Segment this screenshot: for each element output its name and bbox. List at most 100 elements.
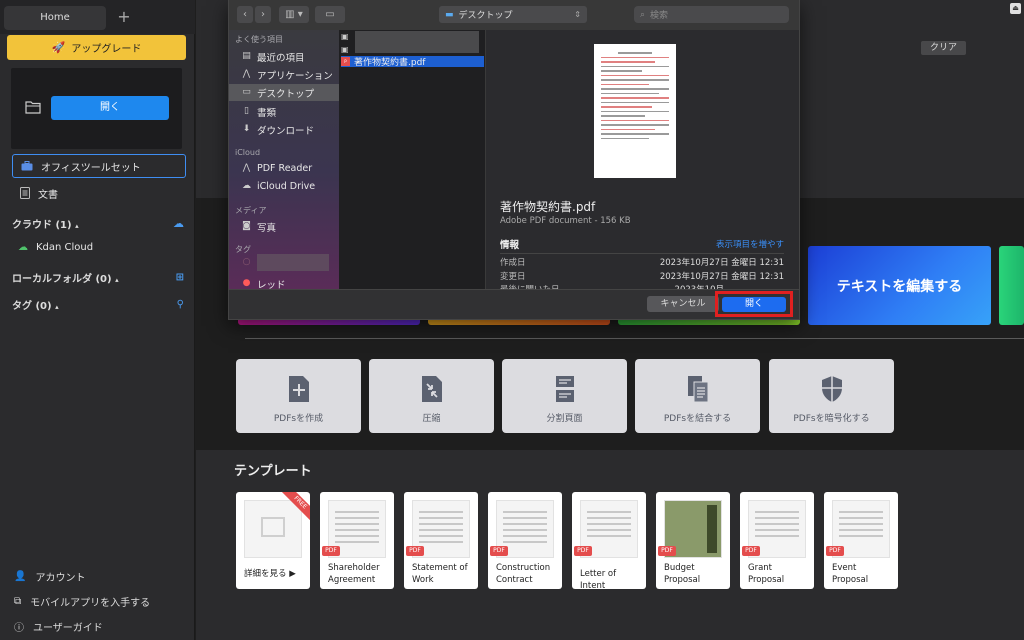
tool-merge-pdfs[interactable]: PDFsを結合する [635, 359, 760, 433]
tag-blank-field [257, 254, 329, 271]
new-tab-button[interactable]: + [116, 6, 132, 30]
sidebar-item-tag-blank[interactable]: ○ [229, 254, 339, 271]
sidebar-item-label: 写真 [257, 222, 277, 234]
sidebar-item-label: PDF Reader [257, 163, 313, 174]
help-icon: ⓘ [14, 622, 24, 634]
folder-icon: ▬ [445, 9, 454, 20]
sidebar-item-account[interactable]: 👤 アカウント [14, 567, 85, 585]
show-more-link[interactable]: 表示項目を増やす [716, 238, 784, 250]
section-title: ローカルフォルダ (0) [12, 273, 112, 285]
upgrade-button[interactable]: 🚀 アップグレード [7, 35, 186, 60]
clear-button[interactable]: クリア [921, 41, 966, 55]
section-local-folder[interactable]: ローカルフォルダ (0) ▴ ⊞ [12, 268, 184, 286]
add-folder-icon[interactable]: ⊞ [176, 272, 184, 283]
tag-circle-icon: ○ [242, 257, 251, 267]
toolbox-icon [21, 161, 33, 171]
list-item-selected[interactable]: P 著作物契約書.pdf [341, 56, 484, 68]
sidebar-item-user-guide[interactable]: ⓘ ユーザーガイド [14, 617, 103, 635]
sidebar-item-downloads[interactable]: ⬇ ダウンロード [229, 121, 339, 138]
pdf-tag: PDF [742, 546, 760, 556]
recents-icon: ▤ [242, 51, 251, 61]
tool-label: 圧縮 [422, 414, 441, 424]
cancel-button[interactable]: キャンセル [647, 296, 719, 312]
user-icon: 👤 [14, 570, 27, 582]
pdf-tag: PDF [658, 546, 676, 556]
sidebar-item-documents[interactable]: 文書 [12, 182, 186, 204]
banner-edit-text[interactable]: テキストを編集する [808, 246, 991, 325]
open-button[interactable]: 開く [722, 297, 786, 312]
template-card[interactable]: PDF Grant Proposal [740, 492, 814, 589]
list-item[interactable]: ▣ [341, 44, 484, 55]
banner-5[interactable] [999, 246, 1024, 325]
image-file-icon: ▣ [341, 32, 349, 41]
info-key: 作成日 [500, 258, 526, 268]
sidebar-item-mobile-app[interactable]: ⧉ モバイルアプリを入手する [14, 592, 150, 610]
template-card[interactable]: PDF Budget Proposal [656, 492, 730, 589]
new-folder-button[interactable]: ▭ [315, 6, 345, 23]
tool-label: 分割頁面 [546, 414, 583, 424]
location-label: デスクトップ [458, 11, 513, 21]
merge-pdfs-icon [687, 376, 708, 403]
sidebar-item-applications[interactable]: ⋀ アプリケーション [229, 66, 339, 83]
pdf-preview-thumbnail [594, 44, 676, 178]
pdf-tag: PDF [490, 546, 508, 556]
section-cloud[interactable]: クラウド (1) ▴ ☁ [12, 214, 184, 232]
open-button[interactable]: 開く [51, 96, 169, 120]
info-row-created: 作成日 2023年10月27日 金曜日 12:31 [500, 256, 784, 268]
caret-up-icon: ▴ [75, 221, 79, 230]
template-card[interactable]: PDF Statement of Work [404, 492, 478, 589]
tool-create-pdf[interactable]: PDFsを作成 [236, 359, 361, 433]
upgrade-label: アップグレード [71, 44, 142, 55]
sidebar-item-kdan-cloud[interactable]: ☁ Kdan Cloud [18, 238, 93, 256]
view-mode-button[interactable]: ▥ ▾ [279, 6, 309, 23]
sidebar-item-desktop[interactable]: ▭ デスクトップ [229, 84, 339, 101]
tool-compress[interactable]: 圧縮 [369, 359, 494, 433]
back-button[interactable]: ‹ [237, 6, 253, 23]
add-tag-icon[interactable]: ⚲ [177, 299, 184, 310]
cloud-add-icon[interactable]: ☁ [173, 217, 184, 230]
template-card-more[interactable]: FREE 詳細を見る ▶ [236, 492, 310, 589]
sidebar-item-documents[interactable]: ▯ 書類 [229, 103, 339, 120]
pdf-tag: PDF [574, 546, 592, 556]
location-select[interactable]: ▬ デスクトップ ⇕ [439, 6, 587, 23]
sidebar-item-pdf-reader[interactable]: ⋀ PDF Reader [229, 160, 339, 177]
forward-button[interactable]: › [255, 6, 271, 23]
template-card[interactable]: PDF Event Proposal [824, 492, 898, 589]
pdf-tag: PDF [826, 546, 844, 556]
open-button-highlight: 開く [715, 291, 793, 317]
template-name: Letter of Intent [580, 569, 617, 589]
tab-home[interactable]: Home [4, 6, 106, 30]
sidebar-item-label: ユーザーガイド [33, 622, 103, 634]
create-pdf-icon [288, 376, 309, 402]
desktop-icon: ▭ [242, 87, 251, 97]
search-input[interactable]: ⌕ 検索 [634, 6, 789, 23]
tool-split-pages[interactable]: 分割頁面 [502, 359, 627, 433]
sidebar-item-photos[interactable]: ◙ 写真 [229, 218, 339, 235]
info-value: 2023年10月27日 金曜日 12:31 [659, 258, 784, 268]
section-tags[interactable]: タグ (0) ▴ ⚲ [12, 295, 184, 313]
template-card[interactable]: PDF Construction Contract [488, 492, 562, 589]
divider [500, 253, 784, 254]
banner-label: テキストを編集する [836, 278, 963, 295]
document-icon: ▯ [244, 106, 249, 116]
pdf-file-icon: P [341, 57, 350, 66]
applications-icon: ⋀ [242, 69, 251, 79]
sidebar-item-recents[interactable]: ▤ 最近の項目 [229, 48, 339, 65]
info-header: 情報 [500, 240, 520, 251]
tool-encrypt-pdfs[interactable]: PDFsを暗号化する [769, 359, 894, 433]
favorites-header: よく使う項目 [235, 35, 283, 44]
divider [245, 338, 1024, 339]
sidebar-item-label: モバイルアプリを入手する [30, 597, 151, 609]
kdan-cloud-icon: ☁ [18, 241, 28, 253]
sidebar-item-icloud-drive[interactable]: ☁ iCloud Drive [229, 178, 339, 195]
sidebar-item-office-toolset[interactable]: オフィスツールセット [12, 154, 186, 178]
open-file-panel: 開く [11, 68, 182, 149]
template-name: Budget Proposal [664, 563, 701, 585]
template-card[interactable]: PDF Letter of Intent [572, 492, 646, 589]
tool-label: PDFsを結合する [663, 414, 732, 424]
rocket-icon: 🚀 [51, 41, 66, 54]
eject-icon[interactable]: ⏏ [1010, 3, 1021, 14]
sidebar-item-label: Kdan Cloud [36, 241, 94, 253]
download-icon: ⬇ [242, 124, 251, 134]
template-card[interactable]: PDF Shareholder Agreement [320, 492, 394, 589]
